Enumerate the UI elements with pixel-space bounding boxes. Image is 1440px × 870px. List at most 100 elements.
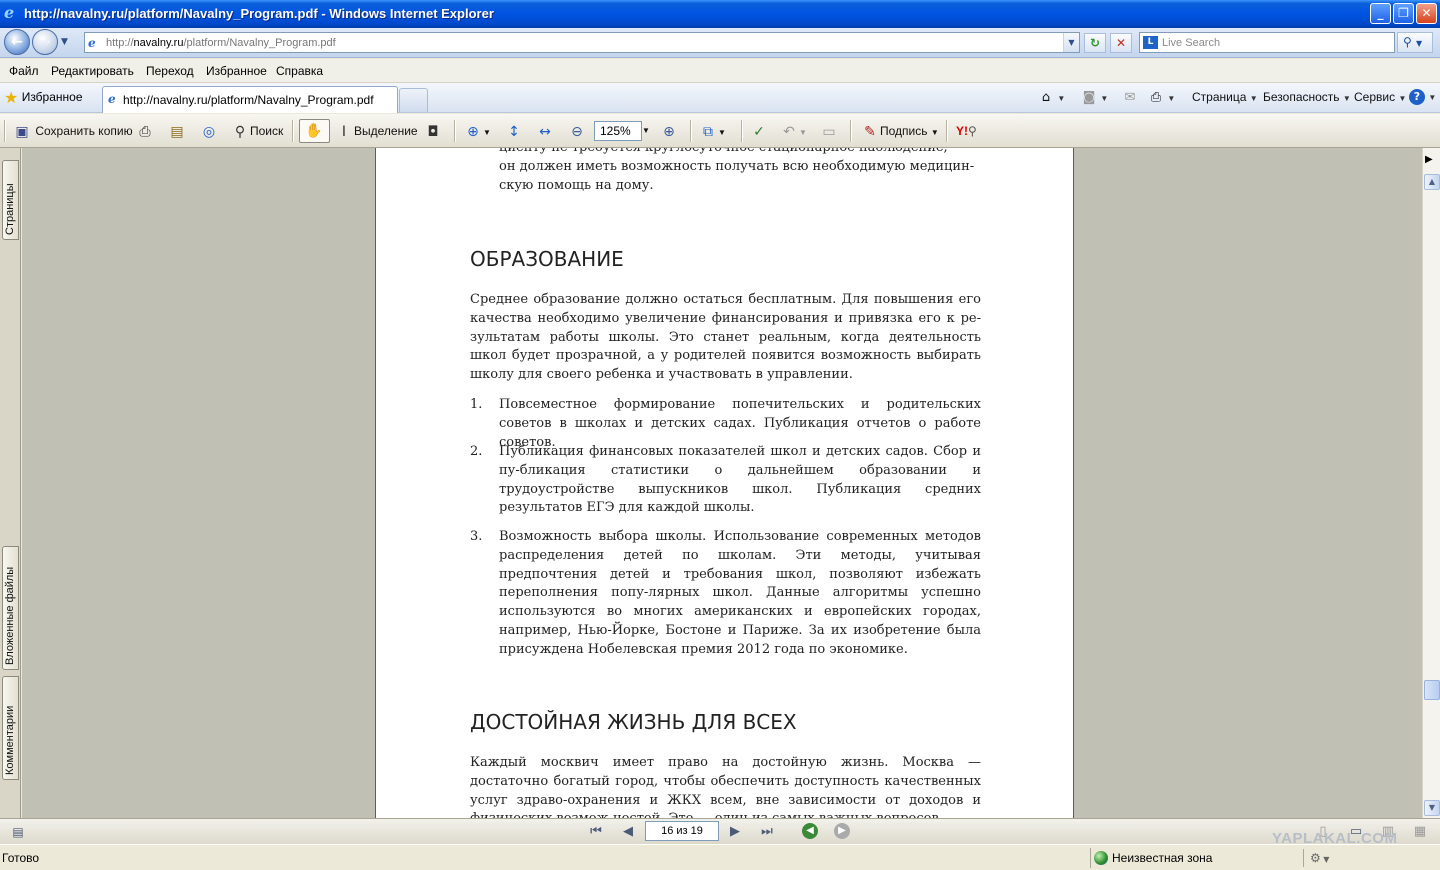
vertical-scrollbar[interactable]: ▶ ▲ ▼ <box>1422 148 1440 818</box>
text-cursor-icon: I <box>341 123 347 140</box>
forward-button[interactable]: → <box>32 29 58 55</box>
binoculars-icon: ⚲ <box>234 123 246 140</box>
email-globe-icon: ◎ <box>202 123 216 140</box>
pages-icon: ⧉ <box>703 123 713 140</box>
feeds-button[interactable]: ◙ ▼ <box>1081 89 1109 107</box>
zoom-in-button[interactable]: ⊕ <box>659 120 679 142</box>
save-copy-button[interactable]: ▣ Сохранить копию <box>12 120 132 142</box>
back-button[interactable]: ← <box>4 29 30 55</box>
page-icon: e <box>88 36 96 50</box>
menu-go[interactable]: Переход <box>146 63 194 79</box>
next-view-button[interactable]: ▶ <box>834 823 850 839</box>
pages-side-tab[interactable]: Страницы <box>2 160 19 240</box>
scroll-down-button[interactable]: ▼ <box>1424 800 1440 816</box>
security-menu[interactable]: Безопасность ▼ <box>1263 89 1351 107</box>
fit-height-button[interactable]: ↕ <box>504 120 524 142</box>
search-button[interactable]: ⚲ ▼ <box>1397 32 1433 53</box>
list-item: 2. Публикация финансовых показателей школ… <box>470 444 981 516</box>
snapshot-button[interactable]: ◘ <box>423 120 443 142</box>
first-page-button[interactable]: ⏮ <box>586 822 606 842</box>
paragraph-decent-life: Каждый москвич имеет право на достойную … <box>470 755 981 818</box>
continued-line-0: циенту не требуется круглосуточное стаци… <box>499 148 981 158</box>
sign-button[interactable]: ✎ Подпись ▼ <box>860 120 939 142</box>
plus-circle-icon: ⊕ <box>663 123 675 140</box>
clipboard-button[interactable]: ▭ <box>819 120 839 142</box>
menu-favorites[interactable]: Избранное <box>206 63 267 79</box>
panel-expand-icon[interactable]: ▶ <box>1425 154 1433 165</box>
section-heading-decent-life: ДОСТОЙНАЯ ЖИЗНЬ ДЛЯ ВСЕХ <box>470 710 981 734</box>
heading-decent-life: ДОСТОЙНАЯ ЖИЗНЬ ДЛЯ ВСЕХ <box>470 710 797 734</box>
search-dropdown-icon[interactable]: ▼ <box>1416 39 1422 48</box>
live-search-icon: L <box>1143 36 1158 49</box>
refresh-button[interactable]: ↻ <box>1084 33 1106 53</box>
scroll-thumb[interactable] <box>1424 680 1440 700</box>
select-tool-button[interactable]: I Выделение <box>334 120 418 142</box>
home-button[interactable]: ⌂ ▼ <box>1038 89 1065 107</box>
organizer-button[interactable]: ▤ <box>167 120 187 142</box>
globe-icon <box>1094 851 1108 865</box>
fit-width-icon: ↔ <box>539 123 551 140</box>
undo-icon: ↶ <box>783 123 795 140</box>
zoom-out-button[interactable]: ⊖ <box>567 120 587 142</box>
clipboard-icon: ▭ <box>822 123 836 140</box>
minus-circle-icon: ⊖ <box>571 123 583 140</box>
menu-help[interactable]: Справка <box>276 63 323 79</box>
print-pdf-button[interactable]: ⎙ <box>135 120 155 142</box>
minimize-button[interactable]: _ <box>1370 3 1391 24</box>
mail-button[interactable]: ✉ <box>1122 89 1138 106</box>
security-zone: Неизвестная зона <box>1090 848 1300 868</box>
browser-tab[interactable]: e http://navalny.ru/platform/Navalny_Pro… <box>102 86 398 113</box>
attachments-side-tab[interactable]: Вложенные файлы <box>2 546 19 670</box>
history-dropdown-icon[interactable]: ▼ <box>61 37 68 47</box>
new-tab-button[interactable] <box>399 88 428 112</box>
find-button[interactable]: ⚲ Поиск <box>230 120 283 142</box>
page-menu[interactable]: Страница ▼ <box>1192 89 1258 107</box>
address-dropdown-icon[interactable]: ▼ <box>1063 33 1079 52</box>
undo-button[interactable]: ↶ ▼ <box>779 120 807 142</box>
email-button[interactable]: ◎ <box>199 120 219 142</box>
two-page-continuous-icon[interactable]: ▦ <box>1410 822 1430 842</box>
zoom-dropdown-icon[interactable]: ▼ <box>642 120 650 142</box>
help-icon: ? <box>1409 89 1425 105</box>
document-viewport[interactable]: циенту не требуется круглосуточное стаци… <box>22 148 1422 818</box>
scroll-up-button[interactable]: ▲ <box>1424 174 1440 190</box>
search-box[interactable]: L Live Search <box>1139 32 1395 53</box>
yahoo-icon: Y! <box>956 124 968 138</box>
hand-icon: ✋ <box>305 123 323 139</box>
close-button[interactable]: ✕ <box>1416 3 1437 24</box>
spellcheck-button[interactable]: ✓ <box>749 120 769 142</box>
navigation-panel: Страницы Вложенные файлы Комментарии <box>0 148 21 818</box>
home-icon: ⌂ <box>1041 90 1051 105</box>
comments-side-tab[interactable]: Комментарии <box>2 676 19 780</box>
zoom-in-tool-button[interactable]: ⊕ ▼ <box>463 120 491 142</box>
fit-width-button[interactable]: ↔ <box>535 120 555 142</box>
continued-line-1: он должен иметь возможность получать всю… <box>499 159 975 174</box>
mail-icon: ✉ <box>1124 90 1136 105</box>
printer-icon: ⎙ <box>1150 90 1162 105</box>
list-item: 3. Возможность выбора школы. Использовани… <box>470 529 981 657</box>
menu-file[interactable]: Файл <box>9 63 39 79</box>
rss-icon: ◙ <box>1082 90 1096 105</box>
protected-mode-icon[interactable]: ⚙ ▼ <box>1303 849 1337 867</box>
previous-view-button[interactable]: ◀ <box>802 823 818 839</box>
zoom-level-field[interactable]: 125% <box>594 121 642 141</box>
hand-tool-button[interactable]: ✋ <box>299 119 330 143</box>
pdf-page: циенту не требуется круглосуточное стаци… <box>375 148 1074 818</box>
favorites-button[interactable]: ★ Избранное <box>4 88 83 108</box>
yahoo-toolbar-button[interactable]: Y!⚲ <box>956 120 977 142</box>
last-page-button[interactable]: ⏭ <box>757 822 777 842</box>
panel-options-icon[interactable]: ▤ <box>8 822 28 842</box>
previous-page-button[interactable]: ◀ <box>618 822 638 842</box>
next-page-button[interactable]: ▶ <box>725 822 745 842</box>
print-button[interactable]: ⎙ ▼ <box>1148 89 1175 107</box>
service-menu[interactable]: Сервис ▼ <box>1354 89 1406 107</box>
stop-button[interactable]: ✕ <box>1110 33 1132 53</box>
maximize-button[interactable]: ❐ <box>1393 3 1414 24</box>
page-number-field[interactable]: 16 из 19 <box>645 821 719 841</box>
menu-edit[interactable]: Редактировать <box>51 63 134 79</box>
help-button[interactable]: ? ▼ <box>1409 88 1436 106</box>
section-heading-education: ОБРАЗОВАНИЕ <box>470 247 981 271</box>
address-bar[interactable]: e http://navalny.ru/platform/Navalny_Pro… <box>84 32 1080 53</box>
page-layout-button[interactable]: ⧉ ▼ <box>698 120 726 142</box>
title-bar: e http://navalny.ru/platform/Navalny_Pro… <box>0 0 1440 28</box>
